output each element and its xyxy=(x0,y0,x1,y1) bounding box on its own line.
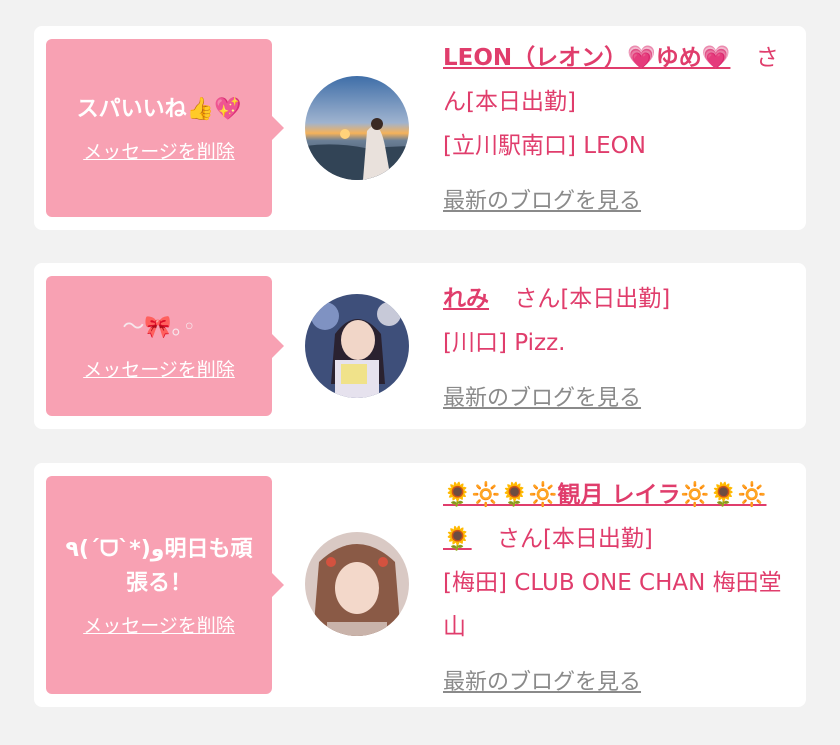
message-text: スパいいね👍💖 xyxy=(76,96,242,122)
status-label: [本日出勤] xyxy=(466,89,576,115)
shop-location: [川口] Pizz. xyxy=(443,330,566,356)
shop-location: [立川駅南口] LEON xyxy=(443,133,646,159)
san-label: さん xyxy=(496,526,543,552)
san-label: さん xyxy=(514,286,561,312)
avatar[interactable] xyxy=(305,76,409,180)
avatar[interactable] xyxy=(305,532,409,636)
message-bubble: スパいいね👍💖 メッセージを削除 xyxy=(46,39,284,217)
message-card: スパいいね👍💖 メッセージを削除 LEON（レオン）💗ゆめ💗 さん[本日出勤] xyxy=(34,26,806,230)
girl-info: 🌻🔆🌻🔆観月 レイラ🔆🌻🔆🌻 さん[本日出勤] [梅田] CLUB ONE CH… xyxy=(443,473,793,705)
girl-selfie-photo-icon xyxy=(305,294,409,398)
girl-info: LEON（レオン）💗ゆめ💗 さん[本日出勤] [立川駅南口] LEON 最新のブ… xyxy=(443,36,793,224)
delete-message-link[interactable]: メッセージを削除 xyxy=(83,611,235,638)
message-bubble: ٩(ˊᗜˋ*)و明日も頑張る！ メッセージを削除 xyxy=(46,476,284,694)
status-label: [本日出勤] xyxy=(560,286,671,312)
message-card: ～🎀｡◦ メッセージを削除 れみ さん[本日出勤] [川口] Pizz. 最新の… xyxy=(34,263,806,429)
avatar[interactable] xyxy=(305,294,409,398)
message-bubble: ～🎀｡◦ メッセージを削除 xyxy=(46,276,284,416)
girl-name-link[interactable]: LEON（レオン）💗ゆめ💗 xyxy=(443,45,730,71)
delete-message-link[interactable]: メッセージを削除 xyxy=(83,355,235,382)
girl-name-link[interactable]: れみ xyxy=(443,286,489,312)
message-text: ～🎀｡◦ xyxy=(122,314,196,340)
latest-blog-link[interactable]: 最新のブログを見る xyxy=(443,180,641,224)
sunset-beach-photo-icon xyxy=(305,76,409,180)
latest-blog-link[interactable]: 最新のブログを見る xyxy=(443,377,641,421)
girl-info: れみ さん[本日出勤] [川口] Pizz. 最新のブログを見る xyxy=(443,277,793,421)
status-label: [本日出勤] xyxy=(542,526,653,552)
latest-blog-link[interactable]: 最新のブログを見る xyxy=(443,661,641,705)
girl-portrait-photo-icon xyxy=(305,532,409,636)
delete-message-link[interactable]: メッセージを削除 xyxy=(83,137,235,164)
message-text: ٩(ˊᗜˋ*)و明日も頑張る！ xyxy=(65,536,253,596)
shop-location: [梅田] CLUB ONE CHAN 梅田堂山 xyxy=(443,570,782,640)
message-card: ٩(ˊᗜˋ*)و明日も頑張る！ メッセージを削除 🌻🔆🌻🔆観月 レイラ🔆🌻🔆🌻 … xyxy=(34,463,806,707)
